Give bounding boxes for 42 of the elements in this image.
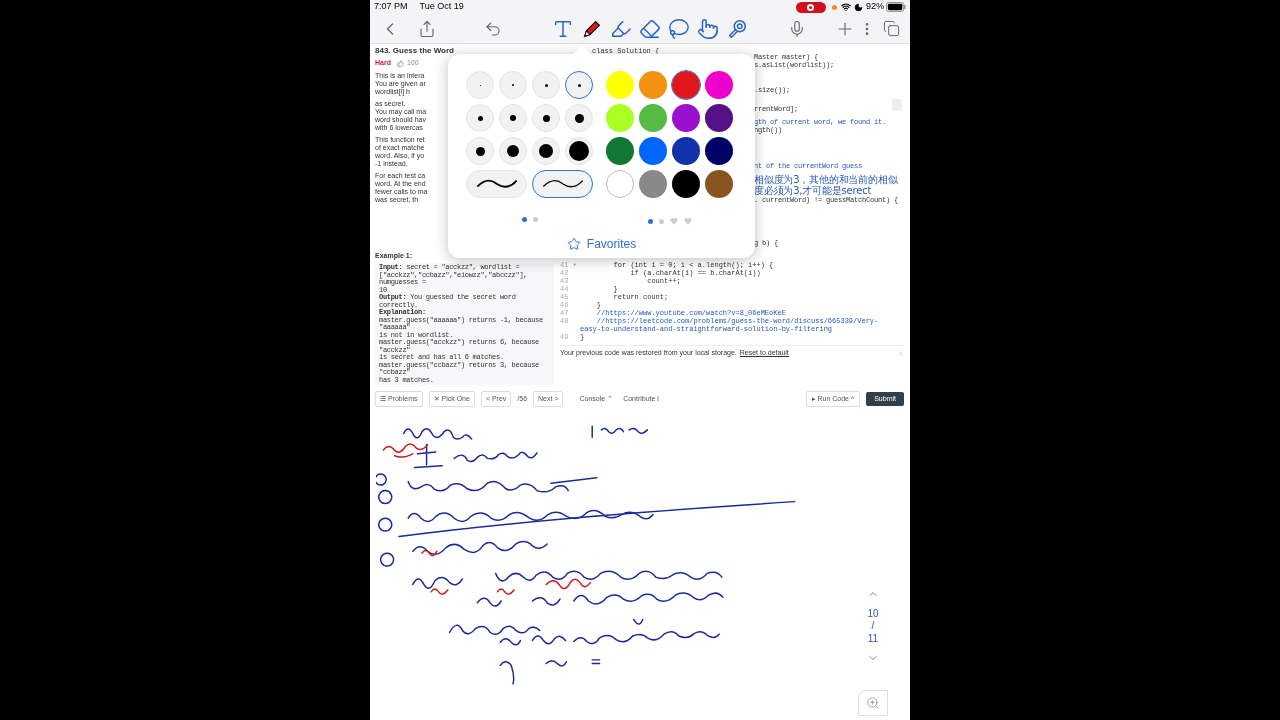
- wifi-icon: [841, 2, 851, 12]
- pages-icon[interactable]: [883, 20, 900, 37]
- battery-icon: [886, 2, 906, 12]
- undo-icon[interactable]: [484, 19, 502, 38]
- color-swatch[interactable]: [705, 137, 733, 165]
- share-icon[interactable]: [418, 19, 436, 38]
- eraser-tool-icon[interactable]: [639, 17, 661, 40]
- stroke-style-option[interactable]: [532, 170, 593, 198]
- color-swatch[interactable]: [705, 170, 733, 198]
- color-swatch[interactable]: [705, 104, 733, 132]
- color-swatch[interactable]: [606, 71, 634, 99]
- status-date: Tue Oct 19: [419, 0, 464, 14]
- moon-icon: [854, 2, 863, 12]
- color-swatch[interactable]: [639, 137, 667, 165]
- color-swatch[interactable]: [606, 137, 634, 165]
- color-swatch[interactable]: [672, 104, 700, 132]
- star-icon: [566, 237, 581, 251]
- color-swatch[interactable]: [639, 104, 667, 132]
- battery-percent: 92%: [866, 0, 884, 14]
- zoom-in-icon: [866, 696, 880, 710]
- code-line: 相似度为3，其他的和当前的相似度必须为3,才可能是serect: [754, 174, 899, 196]
- color-swatch[interactable]: [672, 71, 700, 99]
- color-swatch[interactable]: [705, 71, 733, 99]
- wave-stroke-icon: [474, 178, 519, 190]
- color-swatch[interactable]: [672, 170, 700, 198]
- lasso-tool-icon[interactable]: [668, 17, 690, 40]
- color-swatch[interactable]: [639, 170, 667, 198]
- status-time: 7:07 PM: [374, 0, 408, 14]
- page-separator: /: [871, 621, 875, 631]
- color-swatch[interactable]: [672, 137, 700, 165]
- total-pages-number: 11: [867, 632, 879, 646]
- favorites-button[interactable]: Favorites: [566, 235, 637, 253]
- hand-tool-icon[interactable]: [697, 17, 719, 40]
- problem-title: 843. Guess the Word: [375, 47, 455, 55]
- current-page-number: 10: [867, 607, 879, 621]
- microphone-icon[interactable]: [788, 19, 806, 38]
- color-swatch[interactable]: [606, 170, 634, 198]
- thumbs-up-icon[interactable]: [396, 59, 404, 67]
- color-swatch[interactable]: [606, 104, 634, 132]
- color-swatch[interactable]: [639, 71, 667, 99]
- magnifier-tool-icon[interactable]: [726, 17, 748, 40]
- wave-stroke-icon: [540, 178, 585, 190]
